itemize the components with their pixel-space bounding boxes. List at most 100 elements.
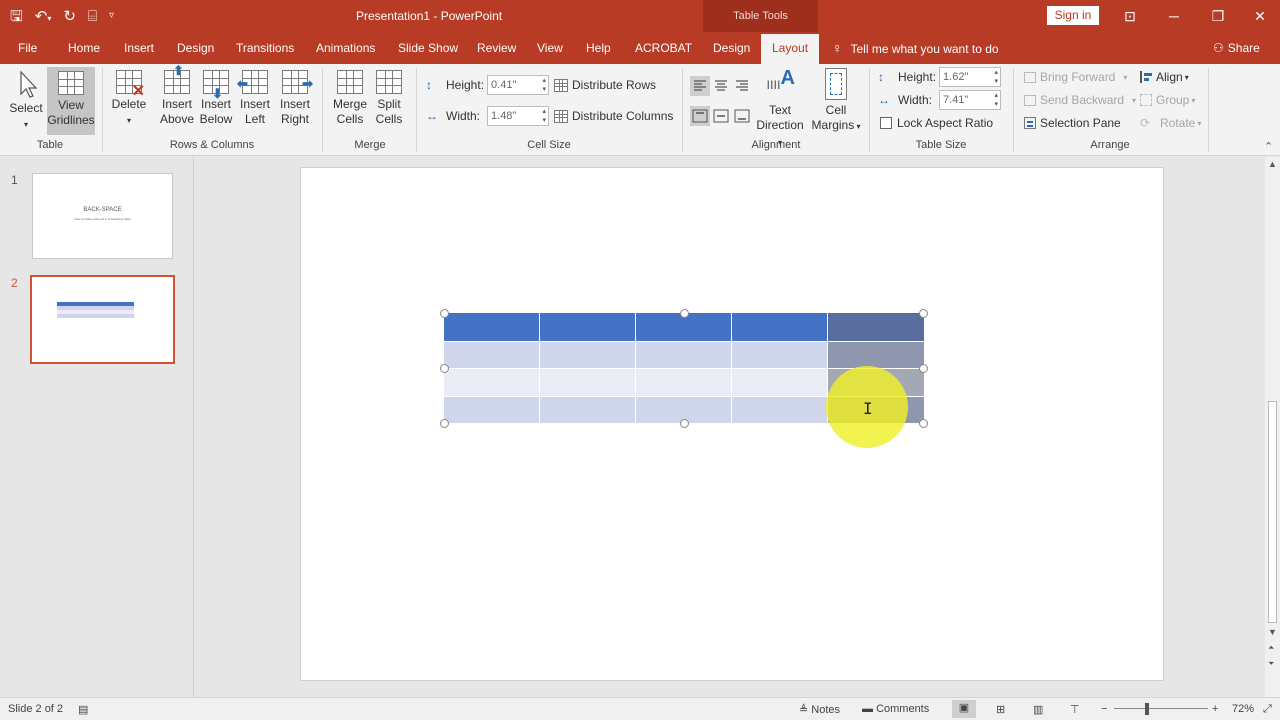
- tab-review[interactable]: Review: [477, 32, 516, 64]
- table-cell[interactable]: [540, 342, 635, 368]
- cell-margins-button[interactable]: Cell Margins ▾: [810, 68, 862, 134]
- zoom-level[interactable]: 72%: [1232, 703, 1254, 715]
- send-backward-button[interactable]: Send Backward ▾: [1024, 89, 1136, 111]
- tab-table-layout[interactable]: Layout: [761, 34, 820, 64]
- table-width-input[interactable]: 7.41": [939, 90, 1002, 110]
- table-cell[interactable]: [444, 369, 539, 396]
- resize-handle[interactable]: [919, 364, 928, 373]
- accessibility-icon[interactable]: ▤: [78, 703, 88, 716]
- table-cell[interactable]: [636, 342, 731, 368]
- scroll-up-icon[interactable]: ▲: [1268, 159, 1277, 169]
- insert-left-button[interactable]: ⬅ Insert Left: [236, 70, 274, 127]
- merge-cells-button[interactable]: Merge Cells: [330, 70, 370, 127]
- resize-handle[interactable]: [919, 419, 928, 428]
- table-cell[interactable]: [540, 397, 635, 423]
- table-header-cell-selected[interactable]: [828, 313, 924, 341]
- cell-height-input[interactable]: 0.41": [487, 75, 550, 95]
- tab-table-design[interactable]: Design: [713, 32, 750, 64]
- zoom-in-icon[interactable]: +: [1212, 703, 1218, 715]
- tab-transitions[interactable]: Transitions: [236, 32, 294, 64]
- group-button[interactable]: Group ▾: [1140, 89, 1195, 111]
- align-middle-button[interactable]: [711, 106, 731, 126]
- lock-aspect-ratio[interactable]: Lock Aspect Ratio: [880, 112, 993, 134]
- table-height-input[interactable]: 1.62": [939, 67, 1002, 87]
- tab-help[interactable]: Help: [586, 32, 611, 64]
- scroll-down-icon[interactable]: ▼: [1268, 627, 1277, 637]
- align-left-button[interactable]: [690, 76, 710, 96]
- close-button[interactable]: ✕: [1238, 0, 1280, 32]
- tab-home[interactable]: Home: [68, 32, 100, 64]
- selection-pane-button[interactable]: Selection Pane: [1024, 112, 1121, 134]
- align-center-button[interactable]: [711, 76, 731, 96]
- tab-animations[interactable]: Animations: [316, 32, 375, 64]
- table-cell[interactable]: [732, 342, 827, 368]
- rotate-button[interactable]: ⟳ Rotate ▾: [1140, 112, 1201, 134]
- table-cell[interactable]: [444, 342, 539, 368]
- collapse-ribbon-icon[interactable]: ⌃: [1264, 140, 1273, 153]
- table-cell[interactable]: [732, 397, 827, 423]
- zoom-out-icon[interactable]: −: [1101, 703, 1107, 715]
- resize-handle[interactable]: [440, 309, 449, 318]
- notes-button[interactable]: ≜ Notes: [799, 703, 840, 716]
- align-right-button[interactable]: [732, 76, 752, 96]
- align-top-button[interactable]: [690, 106, 710, 126]
- tab-insert[interactable]: Insert: [124, 32, 154, 64]
- table-header-cell[interactable]: [732, 313, 827, 341]
- table-cell[interactable]: [636, 369, 731, 396]
- scrollbar-thumb[interactable]: [1268, 401, 1277, 623]
- resize-handle[interactable]: [440, 419, 449, 428]
- table-cell[interactable]: [732, 369, 827, 396]
- lock-aspect-checkbox[interactable]: [880, 117, 892, 129]
- tell-me-box[interactable]: ♀ Tell me what you want to do: [832, 32, 999, 64]
- slide-thumbnail-1[interactable]: BACK-SPACE How to share columns in Power…: [32, 173, 173, 259]
- next-slide-icon[interactable]: ⏷: [1268, 659, 1274, 669]
- reading-view-icon[interactable]: ▥: [1033, 703, 1043, 716]
- resize-handle[interactable]: [919, 309, 928, 318]
- resize-handle[interactable]: [680, 309, 689, 318]
- distribute-columns-button[interactable]: Distribute Columns: [554, 105, 673, 127]
- resize-handle[interactable]: [680, 419, 689, 428]
- comments-button[interactable]: ▬ Comments: [862, 703, 929, 715]
- table-cell-selected[interactable]: [828, 342, 924, 368]
- slide-canvas[interactable]: [300, 167, 1164, 681]
- present-icon[interactable]: ⌸: [88, 9, 97, 24]
- align-button[interactable]: Align ▾: [1140, 66, 1189, 88]
- resize-handle[interactable]: [440, 364, 449, 373]
- zoom-slider-thumb[interactable]: [1145, 703, 1149, 715]
- vertical-scrollbar[interactable]: ▲ ▼ ⏶ ⏷: [1265, 157, 1280, 697]
- table-cell[interactable]: [540, 369, 635, 396]
- table-header-cell[interactable]: [540, 313, 635, 341]
- split-cells-button[interactable]: Split Cells: [370, 70, 408, 127]
- customize-icon[interactable]: ▿: [109, 11, 114, 21]
- tab-view[interactable]: View: [537, 32, 563, 64]
- insert-below-button[interactable]: ⬇ Insert Below: [197, 70, 235, 127]
- previous-slide-icon[interactable]: ⏶: [1268, 643, 1274, 653]
- sign-in-button[interactable]: Sign in: [1047, 6, 1099, 25]
- tab-slide-show[interactable]: Slide Show: [398, 32, 458, 64]
- redo-icon[interactable]: ↻: [63, 9, 76, 24]
- slide-thumbnail-2[interactable]: [30, 275, 175, 364]
- distribute-rows-button[interactable]: Distribute Rows: [554, 74, 656, 96]
- view-gridlines-button[interactable]: View Gridlines: [47, 67, 95, 135]
- zoom-slider[interactable]: [1114, 708, 1208, 709]
- delete-button[interactable]: ✕ Delete ▾: [110, 70, 148, 128]
- restore-button[interactable]: ❐: [1196, 0, 1240, 32]
- insert-above-button[interactable]: ⬆ Insert Above: [158, 63, 196, 127]
- fit-slide-icon[interactable]: ⤢: [1263, 703, 1272, 716]
- insert-right-button[interactable]: ➡ Insert Right: [276, 70, 314, 127]
- table-header-cell[interactable]: [444, 313, 539, 341]
- table-cell[interactable]: [444, 397, 539, 423]
- bring-forward-button[interactable]: Bring Forward ▾: [1024, 66, 1127, 88]
- tab-file[interactable]: File: [18, 32, 37, 64]
- tab-acrobat[interactable]: ACROBAT: [635, 32, 692, 64]
- normal-view-icon[interactable]: ▣: [952, 700, 976, 718]
- cell-width-input[interactable]: 1.48": [487, 106, 550, 126]
- save-icon[interactable]: 🖫: [10, 9, 23, 24]
- minimize-button[interactable]: ─: [1152, 0, 1196, 32]
- select-button[interactable]: Select ▾: [6, 70, 46, 136]
- share-button[interactable]: ⚇ Share: [1213, 32, 1260, 64]
- slideshow-icon[interactable]: ⊤: [1070, 703, 1080, 716]
- ribbon-display-icon[interactable]: ⊡: [1108, 0, 1152, 32]
- slide-sorter-icon[interactable]: ⊞: [996, 703, 1005, 716]
- tab-design[interactable]: Design: [177, 32, 214, 64]
